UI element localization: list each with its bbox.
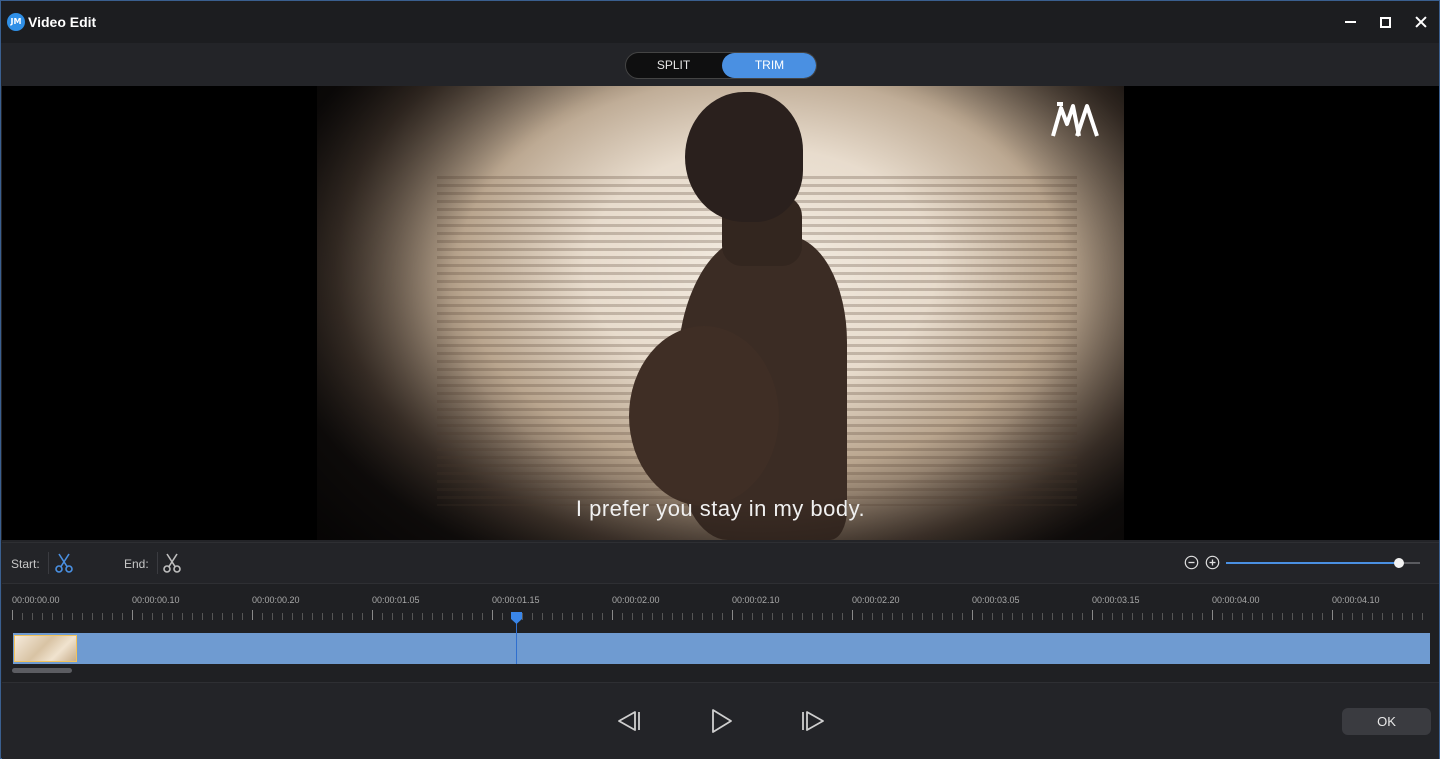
timeline-tick-label: 00:00:04.10: [1332, 595, 1380, 605]
zoom-slider[interactable]: [1226, 562, 1420, 564]
tab-split[interactable]: SPLIT: [626, 53, 721, 78]
app-logo-icon: JM: [7, 13, 25, 31]
mode-bar: SPLIT TRIM: [1, 43, 1439, 86]
tab-trim[interactable]: TRIM: [722, 53, 817, 78]
maximize-icon: [1380, 17, 1391, 28]
zoom-in-icon[interactable]: [1205, 555, 1220, 570]
vignette-overlay: [317, 86, 1124, 540]
timeline-tick-label: 00:00:00.20: [252, 595, 300, 605]
close-button[interactable]: [1408, 9, 1434, 35]
trim-controls: Start: End:: [2, 542, 1439, 582]
timeline-tick-label: 00:00:02.00: [612, 595, 660, 605]
minimize-button[interactable]: [1337, 9, 1363, 35]
video-frame[interactable]: I prefer you stay in my body.: [317, 86, 1124, 540]
timeline-tick-label: 00:00:02.20: [852, 595, 900, 605]
maximize-button[interactable]: [1372, 9, 1398, 35]
timeline-tick-label: 00:00:01.05: [372, 595, 420, 605]
divider: [48, 552, 49, 574]
play-button[interactable]: [705, 706, 737, 736]
timeline-tick-label: 00:00:03.15: [1092, 595, 1140, 605]
ruler-ticks: [12, 610, 1432, 620]
zoom-out-icon[interactable]: [1184, 555, 1199, 570]
video-clip-track[interactable]: [13, 633, 1430, 664]
video-subtitle: I prefer you stay in my body.: [317, 496, 1124, 522]
timeline-tick-label: 00:00:01.15: [492, 595, 540, 605]
window-title: Video Edit: [28, 14, 96, 30]
previous-frame-button[interactable]: [613, 706, 645, 736]
clip-thumbnail[interactable]: [14, 635, 77, 662]
timeline-tick-label: 00:00:00.10: [132, 595, 180, 605]
timeline-scrollbar[interactable]: [12, 668, 72, 673]
end-scissors-icon[interactable]: [162, 552, 182, 574]
start-scissors-icon[interactable]: [54, 552, 74, 574]
start-label: Start:: [11, 557, 40, 571]
close-icon: [1414, 15, 1428, 29]
timeline-tick-label: 00:00:02.10: [732, 595, 780, 605]
timeline-tick-label: 00:00:00.00: [12, 595, 60, 605]
playhead-handle[interactable]: [511, 612, 522, 624]
end-label: End:: [124, 557, 149, 571]
playhead-line: [516, 618, 517, 664]
zoom-slider-handle[interactable]: [1394, 558, 1404, 568]
zoom-slider-fill: [1226, 562, 1399, 564]
minimize-icon: [1345, 21, 1356, 23]
next-frame-button[interactable]: [797, 706, 829, 736]
timeline-tick-label: 00:00:04.00: [1212, 595, 1260, 605]
timeline: 00:00:00.00 00:00:00.10 00:00:00.20 00:00:0…: [2, 583, 1439, 683]
video-preview: I prefer you stay in my body.: [2, 86, 1439, 540]
title-bar: JM Video Edit: [1, 1, 1439, 43]
divider: [157, 552, 158, 574]
timeline-ruler[interactable]: 00:00:00.00 00:00:00.10 00:00:00.20 00:00:0…: [12, 584, 1432, 628]
app-watermark-icon: [1049, 100, 1101, 140]
ok-button[interactable]: OK: [1342, 708, 1431, 735]
timeline-tick-label: 00:00:03.05: [972, 595, 1020, 605]
mode-switch: SPLIT TRIM: [625, 52, 817, 79]
video-edit-window: JM Video Edit SPLIT TRIM I prefer you st…: [0, 0, 1440, 759]
playback-bar: OK: [2, 684, 1439, 759]
